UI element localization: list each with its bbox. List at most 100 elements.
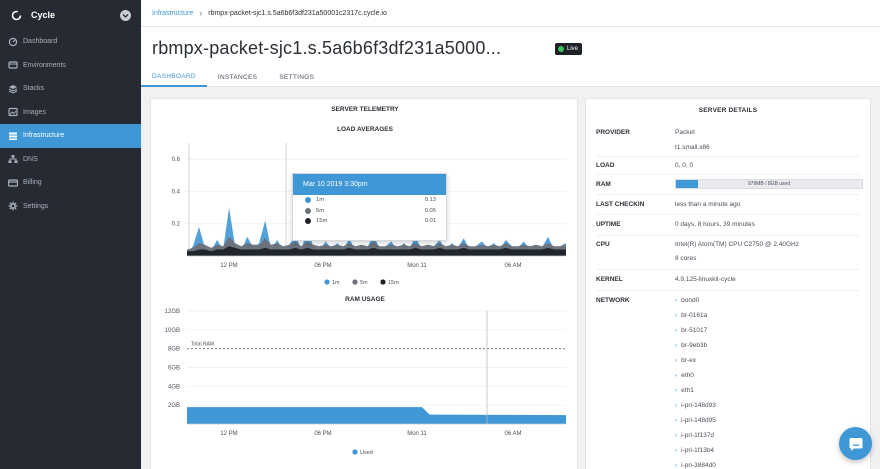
tab-instances[interactable]: INSTANCES	[207, 67, 268, 87]
y-tick-label: 8GB	[168, 347, 180, 353]
chevron-right-icon: ›	[675, 447, 678, 454]
y-tick-label: 0.2	[172, 222, 181, 228]
breadcrumb: Infrastructure › rbmpx-packet-sjc1.s.5a6…	[141, 0, 880, 27]
sidebar-item-infrastructure[interactable]: Infrastructure	[0, 124, 141, 148]
network-interface-item[interactable]: › br-ex	[675, 357, 696, 364]
sidebar-item-dashboard[interactable]: Dashboard	[0, 30, 141, 54]
x-tick-label: 06 AM	[504, 431, 521, 437]
detail-label: KERNEL	[596, 276, 623, 283]
sidebar-item-label: Billing	[23, 179, 42, 187]
sidebar-item-label: Settings	[23, 202, 49, 210]
server-details-title: SERVER DETAILS	[698, 107, 758, 114]
network-interface-item[interactable]: › br-9eb3b	[675, 342, 707, 349]
sidebar-item-label: Stacks	[23, 85, 45, 93]
chevron-right-icon: ›	[675, 297, 678, 304]
detail-row-uptime: UPTIME 0 days, 8 hours, 39 minutes	[596, 215, 860, 236]
x-tick-label: Mon 11	[407, 263, 427, 269]
detail-label: LAST CHECKIN	[596, 201, 645, 208]
detail-label: UPTIME	[596, 221, 621, 228]
detail-row-provider: PROVIDER Packet t1.small.x86	[596, 125, 860, 157]
network-interface-item[interactable]: › i-pri-148d93	[675, 402, 716, 409]
status-badge-label: Live	[567, 46, 579, 52]
network-interface-item[interactable]: › i-pri-1f137d	[675, 432, 714, 439]
detail-value: 8 cores	[675, 255, 697, 262]
sidebar-item-settings[interactable]: Settings	[0, 195, 141, 219]
sidebar-item-dns[interactable]: DNS	[0, 148, 141, 172]
telemetry-title: SERVER TELEMETRY	[331, 106, 399, 113]
tooltip-row: 15m 0.01	[293, 216, 446, 227]
tab-dashboard[interactable]: DASHBOARD	[141, 67, 207, 87]
sidebar-item-environments[interactable]: Environments	[0, 54, 141, 78]
network-interface-item[interactable]: › eth0	[675, 372, 694, 379]
telemetry-charts: SERVER TELEMETRY LOAD AVERAGES 0.2 0.4 0.6 12…	[165, 106, 566, 456]
chat-button[interactable]	[839, 427, 872, 460]
breadcrumb-separator-icon: ›	[199, 8, 203, 18]
y-tick-label: 0.6	[172, 157, 181, 163]
sidebar-item-billing[interactable]: Billing	[0, 171, 141, 195]
detail-row-ram: RAM 979MB / 8GB used	[596, 175, 863, 195]
detail-row-cpu: CPU Intel(R) Atom(TM) CPU C2750 @ 2.40GH…	[596, 236, 860, 270]
page-header: rbmpx-packet-sjc1.s.5a6b6f3df231a5000...…	[141, 27, 880, 87]
network-interface-name: eth0	[681, 372, 694, 379]
chevron-right-icon: ›	[675, 402, 678, 409]
detail-value: t1.small.x86	[675, 144, 710, 151]
chevron-right-icon: ›	[675, 357, 678, 364]
legend-label: 15m	[388, 280, 399, 286]
network-interface-item[interactable]: › bond0	[675, 297, 699, 304]
network-interface-item[interactable]: › i-pri-1f13b4	[675, 447, 714, 454]
dns-icon	[8, 154, 18, 164]
tooltip-row-label: 1m	[316, 197, 325, 204]
chevron-right-icon: ›	[675, 327, 678, 334]
stacks-icon	[8, 84, 18, 94]
images-icon	[8, 107, 18, 117]
tooltip-row-value: 0.13	[424, 197, 436, 204]
series-5m-swatch	[305, 207, 311, 214]
detail-label: PROVIDER	[596, 129, 630, 136]
tooltip-row-label: 5m	[316, 207, 325, 214]
detail-row-network: NETWORK › bond0 › br-0161a › br-51017 › br-9eb3…	[596, 291, 860, 469]
chevron-right-icon: ›	[675, 387, 678, 394]
brand-name: Cycle	[31, 10, 56, 20]
chevron-down-icon[interactable]	[120, 9, 131, 21]
tab-settings[interactable]: SETTINGS	[268, 67, 325, 87]
network-interface-name: i-pri-3884d0	[681, 462, 716, 469]
network-interface-item[interactable]: › br-0161a	[675, 312, 707, 319]
tooltip-row-value: 0.05	[424, 207, 436, 214]
network-interface-item[interactable]: › i-pri-3884d0	[675, 462, 716, 469]
legend-swatch	[352, 449, 358, 455]
brand-header[interactable]: Cycle	[0, 0, 141, 30]
detail-label: RAM	[596, 181, 611, 188]
breadcrumb-current: rbmpx-packet-sjc1.s.5a6b6f3df231a50001c2…	[208, 9, 387, 17]
network-interface-item[interactable]: › eth1	[675, 387, 694, 394]
y-tick-label: 4GB	[168, 384, 180, 390]
detail-value: 0 days, 8 hours, 39 minutes	[675, 221, 755, 228]
network-interface-item[interactable]: › br-51017	[675, 327, 707, 334]
breadcrumb-link-infrastructure[interactable]: Infrastructure	[152, 10, 193, 17]
network-interface-name: i-pri-148d93	[681, 402, 716, 409]
detail-value: Intel(R) Atom(TM) CPU C2750 @ 2.40GHz	[675, 241, 799, 248]
legend-swatch	[352, 279, 358, 285]
settings-icon	[8, 201, 18, 211]
environments-icon	[8, 60, 18, 70]
chart-title: RAM USAGE	[345, 296, 385, 303]
detail-value: 0, 0, 0	[675, 162, 694, 169]
y-tick-label: 0.4	[172, 189, 181, 195]
sidebar-item-images[interactable]: Images	[0, 101, 141, 125]
x-tick-label: 06 PM	[314, 431, 331, 437]
network-interface-name: i-pri-148d95	[681, 417, 716, 424]
network-interface-item[interactable]: › i-pri-148d95	[675, 417, 716, 424]
network-interface-name: bond0	[681, 297, 700, 304]
sidebar-item-label: Images	[23, 108, 46, 116]
tooltip-row: 5m 0.05	[293, 206, 446, 217]
detail-row-load: LOAD 0, 0, 0	[596, 157, 860, 175]
detail-value: 4.9.125-linuxkit-cycle	[675, 276, 736, 283]
chevron-right-icon: ›	[675, 462, 678, 469]
ram-usage-text: 979MB / 8GB used	[747, 181, 791, 187]
cycle-logo-icon	[10, 9, 22, 21]
sidebar-item-stacks[interactable]: Stacks	[0, 77, 141, 101]
y-tick-label: 6GB	[168, 366, 180, 372]
infrastructure-icon	[8, 131, 18, 141]
network-interface-name: br-0161a	[681, 312, 708, 319]
series-used-area	[187, 407, 566, 424]
chat-bubble-icon	[849, 437, 862, 451]
